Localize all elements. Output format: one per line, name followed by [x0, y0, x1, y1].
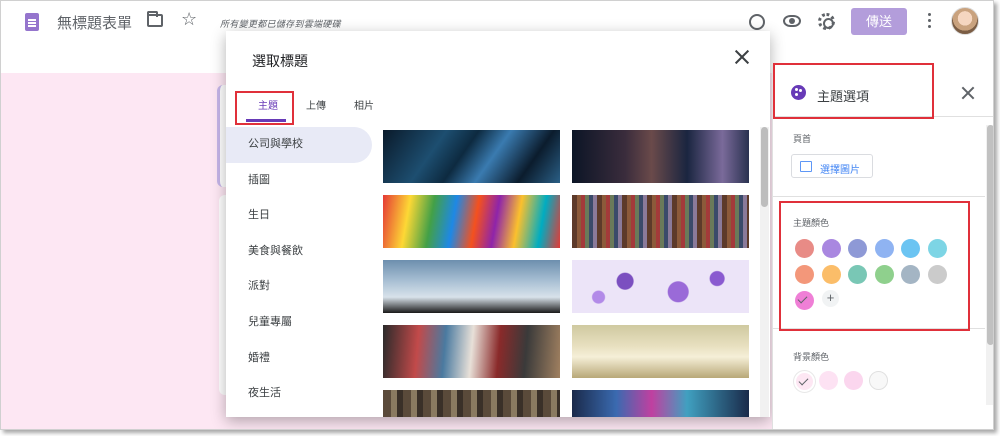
theme-image-sports-cleats[interactable] — [383, 325, 560, 378]
tab-photos[interactable]: 相片 — [354, 97, 374, 112]
palette-icon[interactable] — [749, 14, 765, 30]
theme-image-open-book-heart[interactable] — [572, 325, 749, 378]
background-color-swatch[interactable] — [869, 371, 888, 390]
category-item-nightlife[interactable]: 夜生活 — [226, 376, 376, 412]
theme-image-purple-bubbles[interactable] — [572, 260, 749, 313]
category-list: 公司與學校 插圖 生日 美食與餐飲 派對 兒童專屬 婚禮 夜生活 — [226, 127, 376, 417]
dialog-scrollbar-thumb[interactable] — [761, 127, 768, 207]
theme-image-tools-brushes[interactable] — [383, 390, 560, 417]
image-icon — [800, 161, 812, 172]
category-item-birthday[interactable]: 生日 — [226, 198, 376, 234]
send-button[interactable]: 傳送 — [851, 8, 907, 35]
panel-close-icon[interactable] — [962, 87, 974, 99]
gear-icon[interactable] — [818, 13, 835, 30]
theme-image-guitar-player[interactable] — [572, 130, 749, 183]
theme-options-highlight-box — [773, 63, 934, 119]
theme-image-colorful-pills[interactable] — [383, 195, 560, 248]
preview-eye-icon[interactable] — [783, 15, 801, 27]
dialog-title: 選取標題 — [252, 53, 308, 69]
theme-image-network-lights[interactable] — [383, 130, 560, 183]
themes-tab-highlight-box — [235, 91, 294, 125]
category-item-wedding[interactable]: 婚禮 — [226, 341, 376, 377]
forms-doc-icon[interactable] — [25, 13, 39, 31]
theme-color-highlight-box — [779, 201, 970, 331]
tab-upload[interactable]: 上傳 — [306, 97, 326, 112]
screenshot-frame: 無標題表單 ☆ 所有變更都已儲存到雲端硬碟 傳送 選取標題 主題 上傳 相片 公… — [0, 0, 994, 430]
select-header-dialog: 選取標題 主題 上傳 相片 公司與學校 插圖 生日 美食與餐飲 派對 兒童專屬 … — [226, 31, 770, 417]
background-color-label: 背景顏色 — [793, 352, 830, 362]
dialog-close-icon[interactable] — [734, 49, 750, 65]
category-item-party[interactable]: 派對 — [226, 269, 376, 305]
panel-scrollbar-thumb[interactable] — [987, 125, 993, 345]
save-status: 所有變更都已儲存到雲端硬碟 — [220, 19, 341, 29]
category-item-illustrations[interactable]: 插圖 — [226, 163, 376, 199]
header-section-label: 頁首 — [793, 134, 812, 144]
background-color-swatch[interactable] — [794, 371, 815, 392]
form-title[interactable]: 無標題表單 — [57, 12, 132, 33]
theme-image-lab-flasks[interactable] — [572, 390, 749, 417]
theme-image-basketball-hoop[interactable] — [383, 260, 560, 313]
theme-image-colored-threads[interactable] — [572, 195, 749, 248]
star-icon[interactable]: ☆ — [181, 10, 197, 28]
category-item-business-school[interactable]: 公司與學校 — [226, 127, 372, 163]
background-color-swatch[interactable] — [819, 371, 838, 390]
category-item-kids[interactable]: 兒童專屬 — [226, 305, 376, 341]
check-icon — [798, 375, 809, 386]
choose-image-label: 選擇圖片 — [820, 165, 860, 176]
more-vert-icon[interactable] — [928, 13, 932, 30]
category-item-food-dining[interactable]: 美食與餐飲 — [226, 234, 376, 270]
choose-image-button[interactable]: 選擇圖片 — [791, 154, 873, 178]
background-color-swatch[interactable] — [844, 371, 863, 390]
divider — [773, 196, 985, 197]
folder-icon[interactable] — [147, 11, 163, 27]
dialog-tabs: 主題 上傳 相片 — [226, 89, 770, 125]
theme-image-grid — [383, 130, 749, 417]
avatar[interactable] — [951, 7, 979, 35]
